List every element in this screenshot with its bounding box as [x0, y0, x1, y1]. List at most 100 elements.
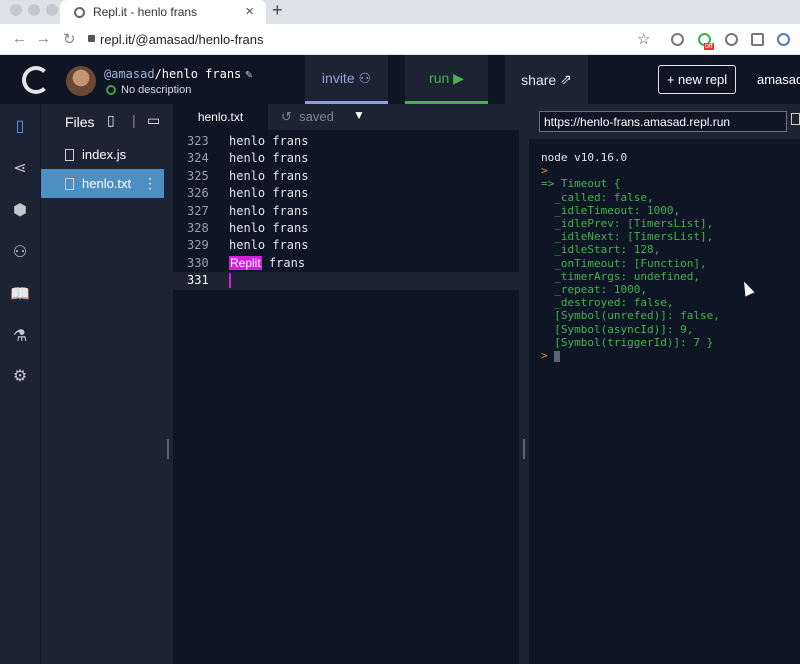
add-file-icon[interactable]: ▯	[107, 112, 115, 129]
files-icon[interactable]: ▯	[0, 106, 40, 146]
code-line[interactable]: 329 henlo frans	[173, 237, 519, 254]
play-icon: ▶	[453, 69, 464, 86]
line-text: henlo frans	[229, 168, 309, 183]
browser-toolbar: ← → ↻ repl.it/@amasad/henlo-frans ☆ off	[0, 24, 800, 55]
console-line: [Symbol(unrefed)]: false,	[541, 309, 720, 323]
unit-tests-flask-icon[interactable]: ⚗	[0, 316, 40, 356]
console-line: => Timeout {	[541, 177, 621, 191]
chevron-down-icon[interactable]: ▼	[353, 108, 365, 122]
line-text: Replit frans	[229, 255, 305, 272]
run-label: run	[429, 70, 450, 86]
close-tab-icon[interactable]: ×	[245, 3, 254, 20]
code-line[interactable]: 328 henlo frans	[173, 220, 519, 237]
pocket-extension-icon[interactable]	[671, 33, 684, 46]
code-line[interactable]: 323 henlo frans	[173, 133, 519, 150]
add-folder-icon[interactable]: ▭	[147, 112, 160, 129]
pencil-icon[interactable]: ✎	[245, 67, 252, 81]
share-button[interactable]: share ⇗	[505, 55, 588, 104]
history-icon[interactable]: ↺	[281, 109, 292, 124]
console-line: _timerArgs: undefined,	[541, 269, 700, 283]
code-line[interactable]: 324 henlo frans	[173, 150, 519, 167]
address-bar[interactable]: repl.it/@amasad/henlo-frans	[100, 32, 264, 47]
file-item-henlo-txt[interactable]: henlo.txt ⋮	[41, 169, 165, 198]
username[interactable]: amasad	[757, 72, 800, 87]
packages-icon[interactable]: ⬢	[0, 190, 40, 230]
run-button[interactable]: run ▶	[405, 55, 488, 104]
console-output[interactable]: node v10.16.0 > => Timeout { _called: fals…	[541, 151, 720, 362]
console-panel: https://henlo-frans.amasad.repl.run node…	[529, 104, 800, 664]
replit-favicon-icon	[74, 6, 85, 18]
console-cursor	[554, 350, 561, 362]
browser-tabstrip: Repl.it - henlo frans × +	[0, 0, 800, 24]
add-user-icon: ⚇	[358, 69, 372, 86]
divider: |	[132, 112, 136, 128]
version-control-icon[interactable]: ⋖	[0, 148, 40, 188]
extension-icon-2[interactable]	[725, 33, 738, 46]
editor-tabs: henlo.txt ↺ saved ▼	[173, 104, 519, 130]
file-menu-icon[interactable]: ⋮	[143, 175, 157, 192]
files-heading: Files	[65, 114, 95, 130]
console-header: https://henlo-frans.amasad.repl.run	[529, 104, 800, 139]
repl-title[interactable]: @amasad/henlo frans ✎	[104, 67, 253, 81]
line-number: 326	[187, 186, 209, 201]
panel-resizer[interactable]	[519, 104, 529, 664]
new-tab-icon[interactable]: +	[272, 0, 283, 21]
code-line[interactable]: 331	[173, 272, 519, 290]
line-text: henlo frans	[229, 203, 309, 218]
console-line: _idlePrev: [TimersList],	[541, 217, 714, 231]
nodejs-icon	[106, 85, 116, 95]
panel-resizer[interactable]	[164, 104, 173, 664]
editor-tab-henlo-txt[interactable]: henlo.txt	[173, 104, 268, 130]
avatar[interactable]	[66, 66, 96, 96]
shield-extension-icon[interactable]	[751, 33, 764, 46]
bookmark-star-icon[interactable]: ☆	[637, 30, 650, 48]
close-window-button[interactable]	[10, 4, 22, 16]
code-editor[interactable]: 323 henlo frans 324 henlo frans 325 henlo fra…	[173, 133, 519, 290]
console-line: _destroyed: false,	[541, 296, 674, 310]
resize-handle[interactable]	[523, 439, 525, 459]
browser-tab-title: Repl.it - henlo frans	[93, 5, 198, 19]
line-text: henlo frans	[229, 134, 309, 148]
multiplayer-cursor-label: Replit	[229, 255, 262, 270]
file-name: henlo.txt	[82, 176, 132, 191]
invite-button[interactable]: invite ⚇	[305, 55, 388, 104]
file-name: index.js	[82, 147, 127, 162]
repl-description[interactable]: No description	[106, 84, 191, 96]
save-status: ↺ saved	[281, 109, 334, 125]
docs-book-icon[interactable]: 📖	[0, 274, 40, 314]
maximize-window-button[interactable]	[46, 4, 58, 16]
profile-icon[interactable]	[777, 33, 790, 46]
node-version: node v10.16.0	[541, 151, 628, 164]
minimize-window-button[interactable]	[28, 4, 40, 16]
console-line: [Symbol(asyncId)]: 9,	[541, 322, 694, 336]
back-icon[interactable]: ←	[12, 30, 27, 47]
open-in-new-tab-icon[interactable]	[791, 113, 800, 125]
replit-logo-icon[interactable]	[22, 66, 50, 94]
new-repl-button[interactable]: + new repl	[658, 65, 736, 94]
line-number: 329	[187, 238, 209, 253]
multiplayer-icon[interactable]: ⚇	[0, 232, 40, 272]
code-line[interactable]: 327 henlo frans	[173, 203, 519, 220]
resize-handle[interactable]	[167, 439, 169, 459]
reload-icon[interactable]: ↻	[63, 30, 76, 48]
editor-panel: henlo.txt ↺ saved ▼ 323 henlo frans 324 hen…	[173, 104, 519, 664]
console-line: _idleNext: [TimersList],	[541, 230, 714, 244]
file-icon	[65, 148, 74, 161]
code-line[interactable]: 326 henlo frans	[173, 185, 519, 202]
file-item-index-js[interactable]: index.js	[41, 140, 165, 169]
browser-tab[interactable]: Repl.it - henlo frans ×	[60, 0, 266, 24]
webview-url-field[interactable]: https://henlo-frans.amasad.repl.run	[539, 111, 787, 132]
prompt-icon: >	[541, 164, 548, 178]
forward-icon[interactable]: →	[36, 30, 51, 47]
settings-gear-icon[interactable]: ⚙	[0, 356, 40, 396]
console-line: _idleStart: 128,	[541, 243, 661, 257]
console-line: _onTimeout: [Function],	[541, 256, 707, 270]
prompt-icon: >	[541, 349, 548, 363]
activity-bar: ▯ ⋖ ⬢ ⚇ 📖 ⚗ ⚙	[0, 104, 40, 664]
share-icon: ⇗	[560, 71, 572, 87]
share-label: share	[521, 71, 557, 88]
code-line[interactable]: 330 Replit frans	[173, 255, 519, 272]
line-number: 327	[187, 203, 209, 218]
description-text: No description	[121, 84, 192, 96]
code-line[interactable]: 325 henlo frans	[173, 168, 519, 185]
